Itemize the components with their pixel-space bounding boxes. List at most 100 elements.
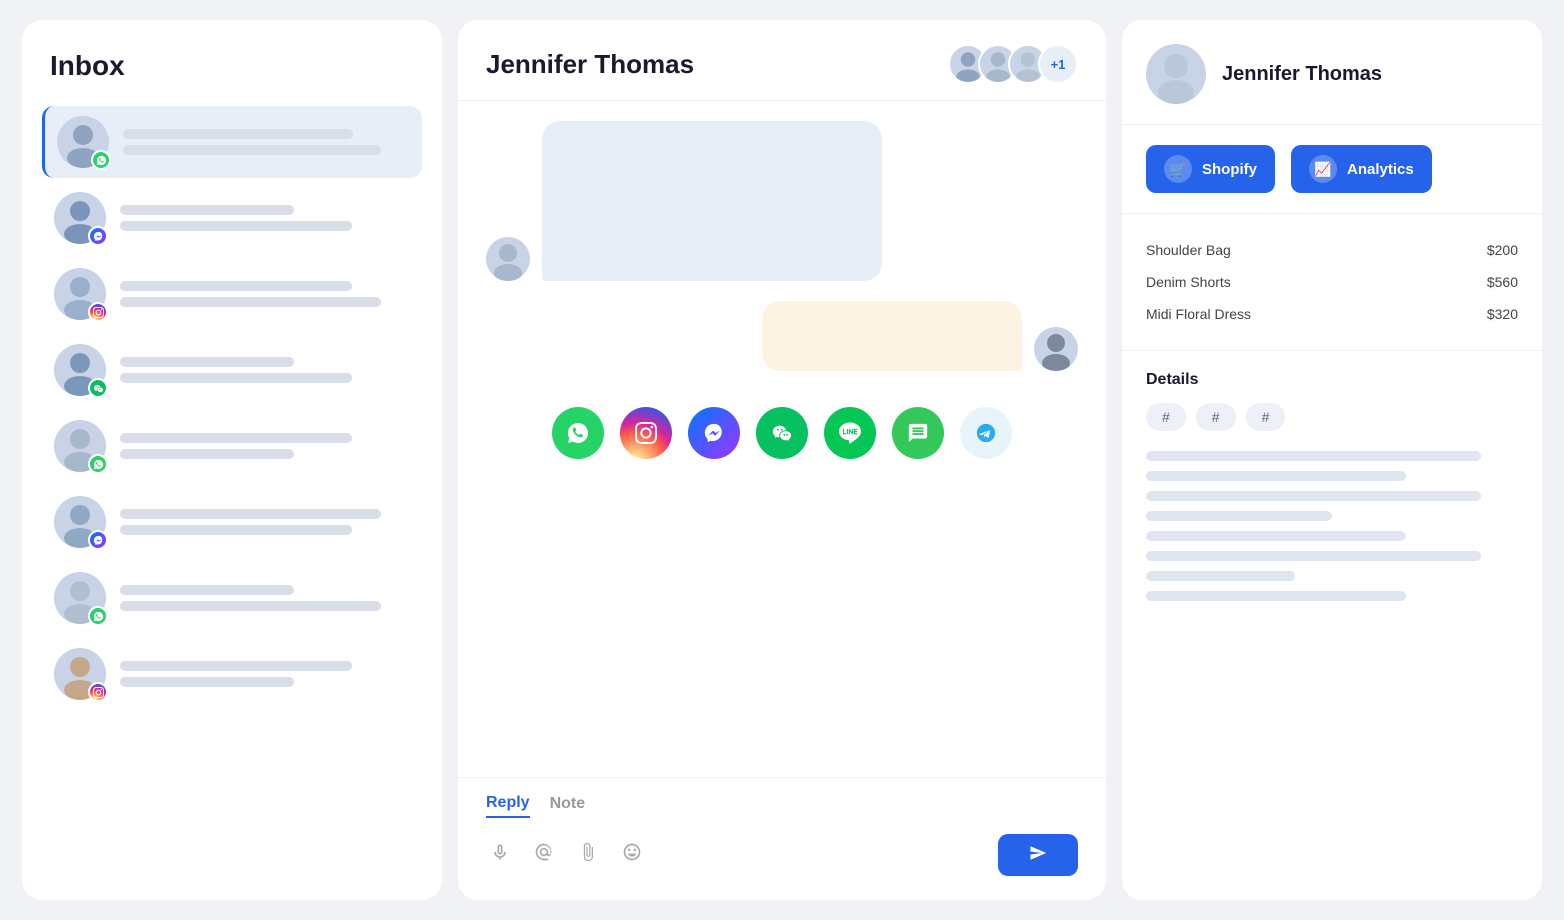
send-button[interactable] <box>998 834 1078 876</box>
app-container: Inbox <box>22 20 1542 900</box>
message-row-outgoing <box>486 301 1078 371</box>
product-row: Denim Shorts $560 <box>1146 266 1518 298</box>
text-line <box>120 661 352 671</box>
inbox-text-lines <box>120 357 410 383</box>
message-content <box>542 121 882 281</box>
platform-badge-instagram <box>88 302 108 322</box>
mention-btn[interactable] <box>530 838 558 872</box>
text-line <box>120 601 381 611</box>
platform-badge-messenger <box>88 530 108 550</box>
product-name: Midi Floral Dress <box>1146 306 1251 322</box>
text-line <box>120 585 294 595</box>
channel-sms-btn[interactable] <box>892 407 944 459</box>
chat-messages <box>458 101 1106 777</box>
avatar-wrap <box>57 116 109 168</box>
analytics-btn[interactable]: 📈 Analytics <box>1291 145 1432 193</box>
platform-badge-messenger <box>88 226 108 246</box>
channel-line-btn[interactable] <box>824 407 876 459</box>
inbox-item[interactable] <box>42 486 422 558</box>
tag-pill[interactable]: # <box>1246 403 1286 431</box>
inbox-item[interactable] <box>42 562 422 634</box>
inbox-item[interactable] <box>42 258 422 330</box>
channel-instagram-btn[interactable] <box>620 407 672 459</box>
product-name: Shoulder Bag <box>1146 242 1231 258</box>
analytics-label: Analytics <box>1347 161 1414 178</box>
inbox-panel: Inbox <box>22 20 442 900</box>
product-row: Midi Floral Dress $320 <box>1146 298 1518 330</box>
contact-avatar <box>1146 44 1206 104</box>
text-line <box>120 433 352 443</box>
tags-row: # # # <box>1146 403 1518 431</box>
platform-badge-instagram <box>88 682 108 702</box>
right-panel-header: Jennifer Thomas <box>1122 20 1542 125</box>
avatar-wrap <box>54 268 106 320</box>
avatar-wrap <box>54 648 106 700</box>
reply-tab[interactable]: Reply <box>486 794 530 818</box>
avatar-wrap <box>54 496 106 548</box>
inbox-item[interactable] <box>42 182 422 254</box>
product-price: $560 <box>1487 274 1518 290</box>
text-line <box>120 221 352 231</box>
right-panel: Jennifer Thomas 🛒 Shopify 📈 Analytics Sh… <box>1122 20 1542 900</box>
shopify-icon: 🛒 <box>1164 155 1192 183</box>
detail-line <box>1146 491 1481 501</box>
tag-pill[interactable]: # <box>1196 403 1236 431</box>
mic-btn[interactable] <box>486 838 514 872</box>
platform-badge-whatsapp <box>88 454 108 474</box>
shopify-btn[interactable]: 🛒 Shopify <box>1146 145 1275 193</box>
detail-line <box>1146 531 1406 541</box>
message-row-incoming <box>486 121 1078 281</box>
chat-contact-name: Jennifer Thomas <box>486 49 694 80</box>
inbox-item[interactable] <box>42 638 422 710</box>
channel-whatsapp-btn[interactable] <box>552 407 604 459</box>
products-section: Shoulder Bag $200 Denim Shorts $560 Midi… <box>1122 214 1542 351</box>
inbox-text-lines <box>120 509 410 535</box>
inbox-item[interactable] <box>42 410 422 482</box>
attach-btn[interactable] <box>574 838 602 872</box>
avatar-wrap <box>54 572 106 624</box>
text-line <box>120 525 352 535</box>
group-avatar-more: +1 <box>1038 44 1078 84</box>
shopify-label: Shopify <box>1202 161 1257 178</box>
chat-footer: Reply Note <box>458 777 1106 900</box>
right-tools: 🛒 Shopify 📈 Analytics <box>1122 125 1542 214</box>
avatar-wrap <box>54 420 106 472</box>
inbox-item[interactable] <box>42 106 422 178</box>
avatar-wrap <box>54 344 106 396</box>
inbox-text-lines <box>120 281 410 307</box>
detail-line <box>1146 571 1295 581</box>
detail-line <box>1146 451 1481 461</box>
note-tab[interactable]: Note <box>550 794 586 818</box>
inbox-item[interactable] <box>42 334 422 406</box>
text-line <box>120 281 352 291</box>
text-line <box>123 145 381 155</box>
detail-line <box>1146 551 1481 561</box>
platform-badge-whatsapp <box>88 606 108 626</box>
message-avatar <box>486 237 530 281</box>
tag-pill[interactable]: # <box>1146 403 1186 431</box>
detail-line <box>1146 591 1406 601</box>
text-line <box>120 677 294 687</box>
inbox-text-lines <box>120 205 410 231</box>
detail-line <box>1146 471 1406 481</box>
text-line <box>120 373 352 383</box>
product-price: $320 <box>1487 306 1518 322</box>
inbox-text-lines <box>120 661 410 687</box>
channel-wechat-btn[interactable] <box>756 407 808 459</box>
details-title: Details <box>1146 371 1518 389</box>
inbox-list <box>42 106 422 710</box>
emoji-btn[interactable] <box>618 838 646 872</box>
platform-badge-whatsapp <box>91 150 111 170</box>
message-bubble-outgoing <box>762 301 1022 371</box>
text-line <box>120 449 294 459</box>
product-price: $200 <box>1487 242 1518 258</box>
reply-actions <box>486 834 1078 876</box>
text-line <box>120 509 381 519</box>
avatar-wrap <box>54 192 106 244</box>
message-content-out <box>762 301 1022 371</box>
channel-messenger-btn[interactable] <box>688 407 740 459</box>
message-bubble-incoming <box>542 121 882 281</box>
product-name: Denim Shorts <box>1146 274 1231 290</box>
avatar-group: +1 <box>948 44 1078 84</box>
channel-telegram-btn[interactable] <box>960 407 1012 459</box>
